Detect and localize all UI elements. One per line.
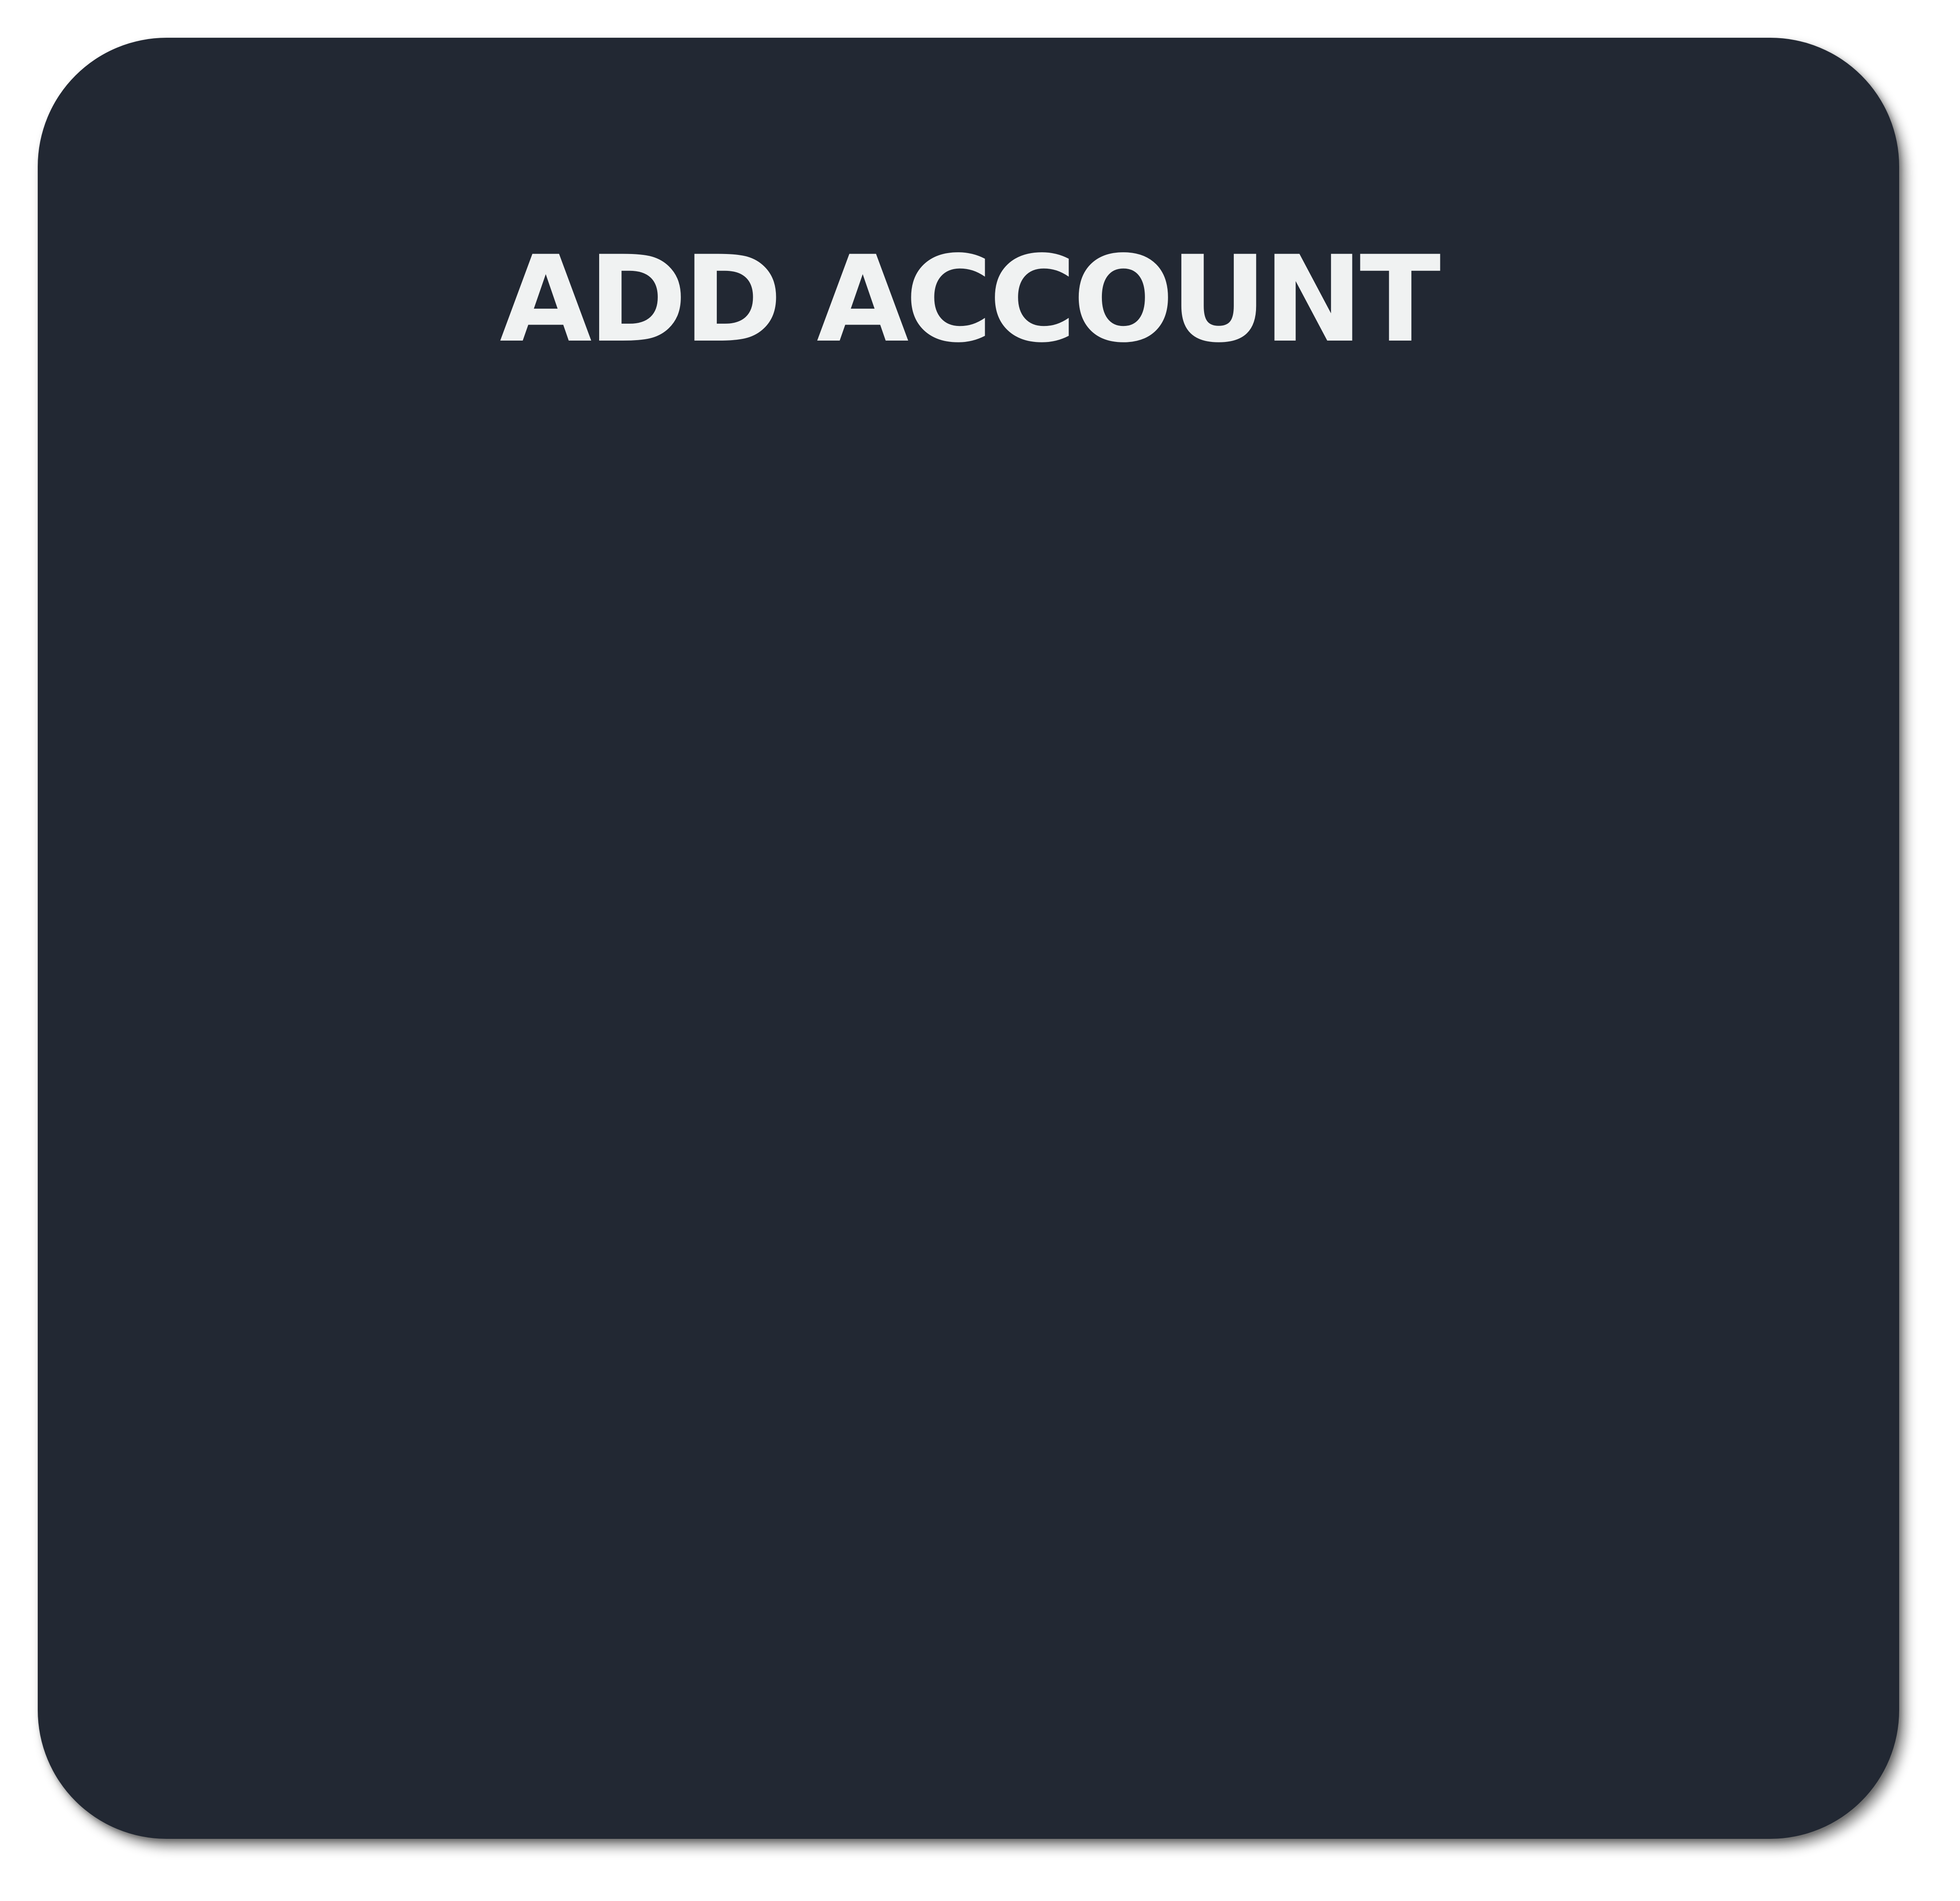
- dialog-body: [38, 437, 1899, 1725]
- page-backdrop: ADD ACCOUNT: [0, 0, 1960, 1901]
- add-account-dialog: ADD ACCOUNT: [38, 38, 1899, 1839]
- dialog-title: ADD ACCOUNT: [500, 230, 1441, 369]
